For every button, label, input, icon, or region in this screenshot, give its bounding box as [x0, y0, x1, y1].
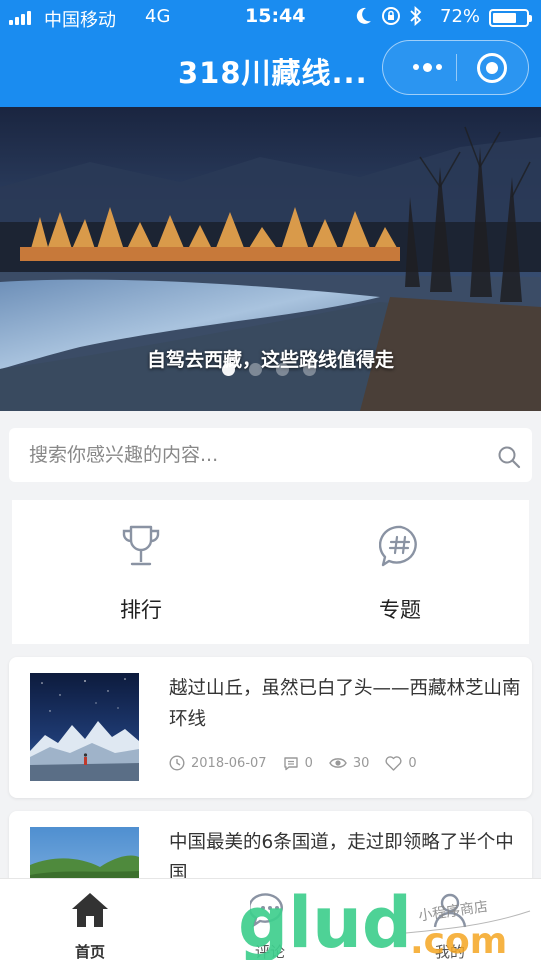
user-icon: [433, 893, 467, 928]
article-meta: 2018-06-07 0 30 0: [169, 755, 433, 771]
comment-icon: [250, 893, 283, 928]
hashtag-bubble-icon: [379, 525, 417, 567]
capsule-divider: [456, 54, 457, 81]
moon-icon: [356, 7, 371, 24]
home-icon: [72, 893, 108, 927]
clock-icon: [169, 755, 185, 771]
carousel-dot[interactable]: [303, 363, 316, 376]
trophy-icon: [122, 525, 160, 566]
heart-icon[interactable]: [385, 755, 402, 771]
banner-carousel[interactable]: 自驾去西藏，这些路线值得走: [0, 107, 541, 411]
carousel-dot[interactable]: [222, 363, 235, 376]
carousel-indicators: [222, 363, 316, 376]
tab-label: 首页: [74, 943, 105, 960]
signal-icon: [9, 11, 31, 25]
carousel-dot[interactable]: [276, 363, 289, 376]
tab-label: 评论: [254, 943, 285, 960]
battery-fill: [493, 13, 516, 23]
tab-home[interactable]: 首页: [0, 879, 180, 960]
target-circle-icon[interactable]: [477, 53, 507, 83]
status-time: 15:44: [245, 5, 306, 27]
tab-comments[interactable]: 评论: [180, 879, 360, 960]
article-date: 2018-06-07: [191, 755, 267, 771]
article-comments: 0: [304, 755, 313, 771]
status-bar: 中国移动 4G 15:44 72%: [0, 0, 541, 36]
search-bar: [9, 428, 532, 482]
mini-program-capsule: [382, 40, 529, 95]
tab-label: 我的: [434, 943, 465, 960]
article-likes: 0: [408, 755, 417, 771]
category-ranking[interactable]: 排行: [12, 500, 270, 644]
category-panel: 排行 专题: [12, 500, 529, 644]
battery-percent: 72%: [440, 6, 481, 27]
tab-bar: 首页 评论 我的: [0, 878, 541, 960]
article-title: 越过山丘，虽然已白了头——西藏林芝山南环线: [169, 678, 521, 730]
battery-icon: [489, 9, 532, 27]
category-label: 专题: [379, 598, 421, 622]
top-bar: 中国移动 4G 15:44 72% 318川藏线...: [0, 0, 541, 107]
carousel-dot[interactable]: [249, 363, 262, 376]
category-topics[interactable]: 专题: [271, 500, 529, 644]
comment-icon: [283, 757, 298, 771]
bluetooth-icon: [410, 6, 422, 26]
search-input[interactable]: [29, 438, 469, 472]
rotation-lock-icon: [382, 7, 400, 25]
search-icon[interactable]: [497, 445, 521, 469]
tab-profile[interactable]: 我的: [360, 879, 540, 960]
carrier-name: 中国移动: [44, 10, 116, 31]
network-type: 4G: [145, 6, 171, 27]
article-views: 30: [352, 755, 370, 771]
page-title: 318川藏线...: [178, 56, 368, 90]
article-card[interactable]: 越过山丘，虽然已白了头——西藏林芝山南环线 2018-06-07 0 30 0: [9, 657, 532, 798]
category-label: 排行: [120, 598, 162, 622]
eye-icon: [329, 758, 347, 768]
more-dots-icon[interactable]: [399, 41, 455, 93]
article-thumbnail: [30, 673, 139, 781]
